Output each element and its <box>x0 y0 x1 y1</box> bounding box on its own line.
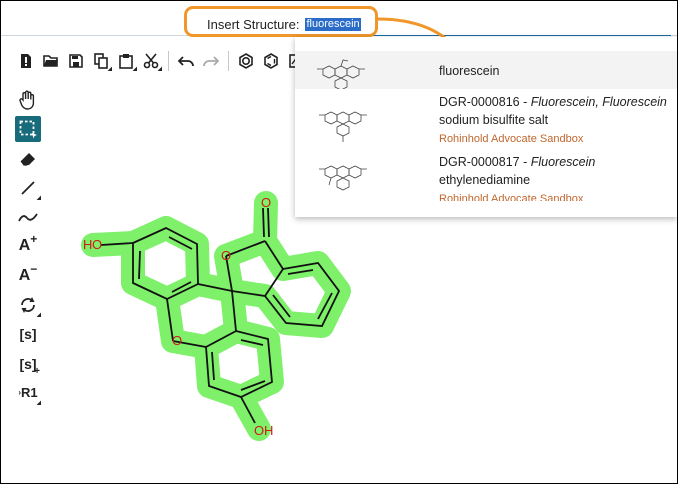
charge-plus-icon[interactable]: A + <box>15 232 41 259</box>
rotate-icon[interactable] <box>15 292 41 318</box>
single-bond-icon[interactable] <box>15 175 41 201</box>
result-item[interactable]: DGR-0000816 - Fluorescein, Fluorescein s… <box>295 95 677 149</box>
molecule-canvas[interactable]: O O O H O O H <box>61 181 361 451</box>
hydroxyl-left-o: O <box>92 237 102 252</box>
carbonyl-oxygen-label: O <box>261 195 271 210</box>
plus-glyph-icon: + <box>30 232 38 247</box>
result-source-link[interactable]: Rohinhold Advocate Sandbox <box>439 193 583 201</box>
result-name-rest: ethylenediamine <box>439 173 531 187</box>
result-name-rest: sodium bisulfite salt <box>439 113 549 127</box>
open-folder-icon[interactable] <box>40 50 62 72</box>
result-id: DGR-0000816 <box>439 95 520 109</box>
result-id: DGR-0000817 <box>439 155 520 169</box>
rgroup-label: R1 <box>21 385 38 401</box>
aromatize-icon[interactable] <box>235 50 257 72</box>
result-name: fluorescein <box>439 64 500 78</box>
hand-icon[interactable] <box>15 87 41 113</box>
redo-icon[interactable] <box>200 50 222 72</box>
paste-icon[interactable] <box>115 50 137 72</box>
result-item[interactable]: fluorescein <box>295 51 677 89</box>
minus-glyph-icon: − <box>30 261 38 276</box>
dearomatize-icon[interactable] <box>260 50 282 72</box>
toolbar-separator <box>168 51 169 71</box>
result-synonyms: Fluorescein <box>530 155 596 169</box>
left-toolbar: A + A − [s] [s] + › R1 <box>15 87 41 409</box>
chain-icon[interactable] <box>15 204 41 230</box>
highlight-callout <box>184 6 378 37</box>
structure-thumbnail-icon <box>317 59 365 89</box>
rgroup-icon[interactable]: › R1 <box>15 380 41 406</box>
hydroxyl-left-h: H <box>83 237 92 252</box>
hydroxyl-bottom-o: O <box>254 423 264 438</box>
result-separator: - <box>519 155 531 169</box>
eraser-icon[interactable] <box>15 146 41 172</box>
result-text: DGR-0000817 - Fluorescein ethylenediamin… <box>439 155 595 201</box>
plus-small-icon: + <box>34 365 40 377</box>
cut-icon[interactable] <box>140 50 162 72</box>
top-toolbar <box>15 47 310 75</box>
result-source-link[interactable]: Rohinhold Advocate Sandbox <box>439 133 583 145</box>
charge-minus-icon[interactable]: A − <box>15 261 41 289</box>
selection-highlight <box>81 191 351 441</box>
sgroup-add-icon[interactable]: [s] + <box>15 351 41 377</box>
structure-thumbnail-icon <box>319 111 367 142</box>
result-separator: - <box>519 95 531 109</box>
toolbar-separator <box>228 51 229 71</box>
charge-plus-label: A <box>18 237 31 255</box>
charge-minus-label: A <box>18 266 31 284</box>
save-icon[interactable] <box>65 50 87 72</box>
hydroxyl-bottom-h: H <box>264 423 273 438</box>
result-text: DGR-0000816 - Fluorescein, Fluorescein s… <box>439 95 667 148</box>
sgroup-icon[interactable]: [s] <box>15 321 41 347</box>
result-synonyms: Fluorescein, Fluorescein <box>530 95 667 109</box>
new-file-icon[interactable] <box>15 50 37 72</box>
sgroup-label: [s] <box>19 326 37 343</box>
ring-oxygen-label: O <box>221 248 231 263</box>
rectangle-select-icon[interactable] <box>15 116 41 143</box>
copy-icon[interactable] <box>90 50 112 72</box>
bridge-oxygen-label: O <box>172 333 182 348</box>
undo-icon[interactable] <box>175 50 197 72</box>
application-window: Insert Structure: fluorescein A + A − [s… <box>0 0 678 484</box>
